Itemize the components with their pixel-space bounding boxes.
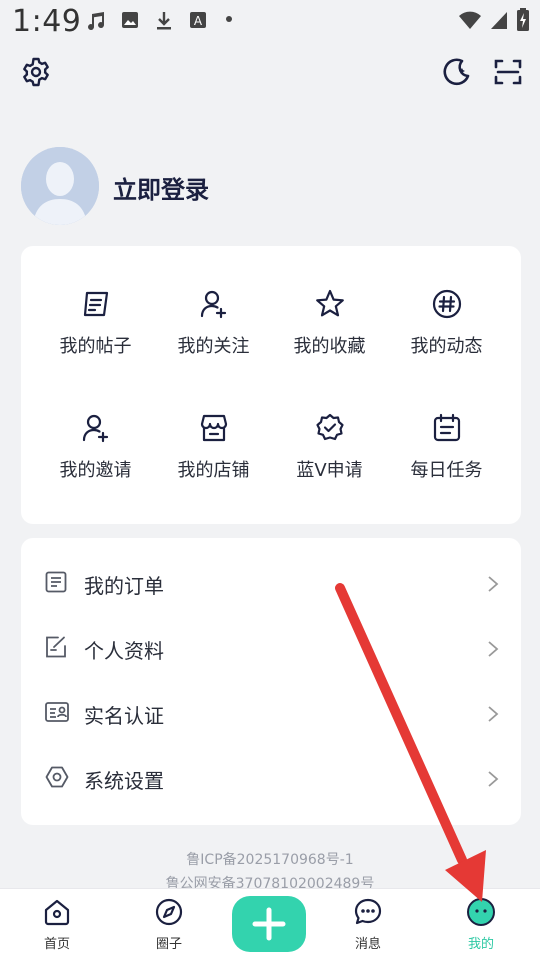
image-icon [122,12,138,28]
menu-row-profile[interactable]: 个人资料 [21,618,521,678]
chevron-right-icon [488,641,499,657]
grid-item-blue-v-apply[interactable]: 蓝V申请 [267,412,392,522]
menu-row-system-settings[interactable]: 系统设置 [21,748,521,808]
icp-record[interactable]: 鲁ICP备2025170968号-1 [0,849,540,869]
login-link[interactable]: 立即登录 [113,170,209,205]
edit-profile-icon [46,636,66,658]
gear-icon[interactable] [20,56,52,88]
star-icon [315,289,344,317]
me-face-icon [467,898,495,926]
nav-label: 圈子 [155,937,182,952]
chevron-right-icon [488,706,499,722]
grid-label: 每日任务 [410,460,483,481]
nav-label: 首页 [43,937,70,952]
grid-item-my-invites[interactable]: 我的邀请 [33,412,158,522]
chevron-right-icon [488,576,499,592]
menu-row-real-name-auth[interactable]: 实名认证 [21,683,521,743]
signal-icon [491,12,507,29]
menu-row-label: 实名认证 [84,704,164,728]
nav-circle[interactable]: 圈子 [129,897,209,952]
nav-me[interactable]: 我的 [441,897,521,952]
music-note-icon [88,12,105,31]
follow-icon [200,290,226,319]
hexagon-settings-icon [45,766,69,788]
nav-home[interactable]: 首页 [17,897,97,952]
grid-label: 我的动态 [410,336,483,357]
chevron-right-icon [488,771,499,787]
nav-label: 我的 [467,937,494,952]
nav-label: 消息 [354,937,381,952]
menu-list-card: 我的订单 个人资料 实名认证 系统设置 [21,538,521,825]
grid-label: 我的收藏 [293,336,366,357]
grid-label: 我的关注 [177,336,250,357]
home-icon [44,899,70,926]
svg-text:A: A [194,14,203,28]
plus-icon [252,907,286,941]
quick-actions-card: 我的帖子 我的关注 我的收藏 我的动态 我的邀请 我的店铺 蓝V申请 每日任务 [21,246,521,524]
menu-row-label: 我的订单 [84,574,164,598]
default-avatar-icon [21,147,99,225]
grid-label: 我的邀请 [59,460,132,481]
grid-item-my-activity[interactable]: 我的动态 [384,288,509,398]
grid-item-my-favorites[interactable]: 我的收藏 [267,288,392,398]
download-icon [157,12,171,30]
id-card-icon [45,702,69,722]
grid-item-my-shop[interactable]: 我的店铺 [151,412,276,522]
grid-item-my-follows[interactable]: 我的关注 [151,288,276,398]
create-post-button[interactable] [232,896,306,952]
chat-icon [354,898,382,925]
invite-icon [82,414,108,443]
grid-item-daily-tasks[interactable]: 每日任务 [384,412,509,522]
grid-label: 蓝V申请 [296,460,363,481]
grid-label: 我的店铺 [177,460,250,481]
hash-icon [432,289,461,319]
menu-row-my-orders[interactable]: 我的订单 [21,553,521,613]
order-icon [45,571,67,593]
battery-charging-icon [517,8,529,31]
nav-messages[interactable]: 消息 [328,897,408,952]
shop-icon [200,414,227,442]
scan-icon[interactable] [492,56,524,88]
calendar-icon [433,413,460,442]
badge-check-icon [315,413,344,441]
posts-icon [83,291,108,317]
compass-icon [155,898,183,926]
moon-icon[interactable] [440,56,472,88]
avatar[interactable] [21,147,99,225]
dot-icon [226,16,232,22]
menu-row-label: 系统设置 [84,769,164,793]
menu-row-label: 个人资料 [84,639,164,663]
wifi-icon [459,11,481,29]
grid-item-my-posts[interactable]: 我的帖子 [33,288,158,398]
status-time: 1:49 [12,4,82,39]
a-box-icon: A [190,12,206,28]
grid-label: 我的帖子 [59,336,132,357]
status-bar: 1:49 A [0,0,540,44]
